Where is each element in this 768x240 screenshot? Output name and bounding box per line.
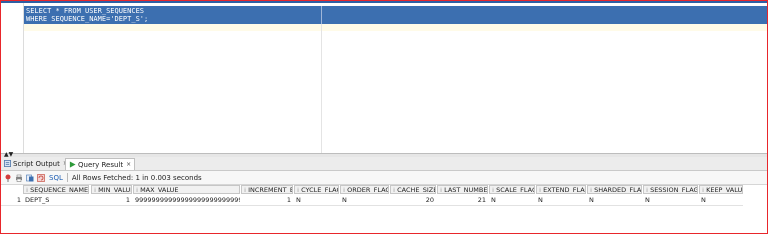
column-header-label: CACHE_SIZE (397, 186, 436, 194)
sql-worksheet-editor[interactable]: SELECT * FROM USER_SEQUENCES WHERE SEQUEN… (1, 3, 767, 153)
column-header-label: KEEP_VALUE (706, 186, 743, 194)
right-margin-line (321, 24, 322, 153)
code-line-2[interactable]: WHERE SEQUENCE_NAME='DEPT_S'; (26, 15, 148, 23)
cell-cycle-flag[interactable]: N (294, 196, 339, 205)
column-grip-icon[interactable]: ⁞ (343, 186, 345, 193)
cell-scale-flag[interactable]: N (489, 196, 535, 205)
toolbar-separator (66, 173, 68, 182)
column-grip-icon[interactable]: ⁞ (94, 186, 96, 193)
sql-link[interactable]: SQL (49, 174, 63, 182)
column-grip-icon[interactable]: ⁞ (136, 186, 138, 193)
column-header-last-number[interactable]: ⁞ LAST_NUMBER (437, 185, 488, 194)
tab-query-result[interactable]: Query Result × (65, 158, 136, 170)
column-header-label: INCREMENT_BY (248, 186, 293, 194)
cell-session-flag[interactable]: N (643, 196, 698, 205)
cell-min-value[interactable]: 1 (91, 196, 132, 205)
column-header-label: SESSION_FLAG (650, 186, 698, 194)
cell-sequence-name[interactable]: DEPT_S (23, 196, 89, 205)
column-header-label: SEQUENCE_NAME (30, 186, 89, 194)
column-header-max-value[interactable]: ⁞ MAX_VALUE (133, 185, 240, 194)
cell-max-value[interactable]: 9999999999999999999999999999 (133, 196, 240, 205)
cell-last-number[interactable]: 21 (437, 196, 488, 205)
column-header-sequence-name[interactable]: ⁞ SEQUENCE_NAME (23, 185, 89, 194)
result-grid[interactable]: ⁞ SEQUENCE_NAME ⁞ MIN_VALUE ⁞ MAX_VALUE ⁞ INCRE… (1, 185, 767, 233)
column-grip-icon[interactable]: ⁞ (646, 186, 648, 193)
table-row[interactable]: 1 DEPT_S 1 9999999999999999999999999999 1 N N 2… (1, 196, 767, 205)
column-header-label: MIN_VALUE (98, 186, 132, 194)
row-number[interactable]: 1 (1, 196, 23, 205)
cell-increment-by[interactable]: 1 (241, 196, 293, 205)
column-grip-icon[interactable]: ⁞ (539, 186, 541, 193)
column-grip-icon[interactable]: ⁞ (440, 186, 442, 193)
column-header-label: CYCLE_FLAG (301, 186, 339, 194)
cell-sharded-flag[interactable]: N (587, 196, 642, 205)
column-header-cycle-flag[interactable]: ⁞ CYCLE_FLAG (294, 185, 339, 194)
grid-header-row: ⁞ SEQUENCE_NAME ⁞ MIN_VALUE ⁞ MAX_VALUE ⁞ INCRE… (1, 185, 767, 195)
column-header-label: EXTEND_FLAG (543, 186, 586, 194)
cell-cache-size[interactable]: 20 (390, 196, 436, 205)
cell-keep-value[interactable]: N (699, 196, 743, 205)
current-line-highlight (24, 24, 767, 31)
column-header-cache-size[interactable]: ⁞ CACHE_SIZE (390, 185, 436, 194)
tab-label: Script Output (13, 159, 60, 168)
cell-extend-flag[interactable]: N (536, 196, 586, 205)
column-header-sharded-flag[interactable]: ⁞ SHARDED_FLAG (587, 185, 642, 194)
line-gutter (1, 3, 24, 153)
column-grip-icon[interactable]: ⁞ (244, 186, 246, 193)
tab-label: Query Result (78, 160, 124, 169)
column-header-label: LAST_NUMBER (444, 186, 488, 194)
output-tab-bar: Script Output × Query Result × (1, 157, 767, 171)
tab-script-output[interactable]: Script Output × (4, 158, 68, 169)
editor-margin-divider (321, 6, 322, 24)
play-icon (69, 161, 76, 168)
column-grip-icon[interactable]: ⁞ (702, 186, 704, 193)
column-grip-icon[interactable]: ⁞ (393, 186, 395, 193)
close-icon[interactable]: × (126, 161, 131, 168)
column-header-label: SCALE_FLAG (496, 186, 535, 194)
column-grip-icon[interactable]: ⁞ (590, 186, 592, 193)
row-divider (1, 205, 743, 206)
pin-icon[interactable] (4, 174, 12, 182)
column-header-extend-flag[interactable]: ⁞ EXTEND_FLAG (536, 185, 586, 194)
column-header-label: MAX_VALUE (140, 186, 179, 194)
column-header-increment-by[interactable]: ⁞ INCREMENT_BY (241, 185, 293, 194)
refresh-icon[interactable] (37, 173, 45, 182)
result-toolbar: SQL All Rows Fetched: 1 in 0.003 seconds (1, 171, 767, 185)
column-grip-icon[interactable]: ⁞ (492, 186, 494, 193)
print-icon[interactable] (15, 174, 23, 182)
column-header-label: ORDER_FLAG (347, 186, 389, 194)
column-header-label: SHARDED_FLAG (594, 186, 642, 194)
sql-developer-window: SELECT * FROM USER_SEQUENCES WHERE SEQUEN… (0, 0, 768, 234)
export-icon[interactable] (26, 174, 34, 182)
fetch-status: All Rows Fetched: 1 in 0.003 seconds (71, 173, 202, 182)
column-header-scale-flag[interactable]: ⁞ SCALE_FLAG (489, 185, 535, 194)
cell-order-flag[interactable]: N (340, 196, 389, 205)
column-header-session-flag[interactable]: ⁞ SESSION_FLAG (643, 185, 698, 194)
script-output-icon (4, 160, 11, 167)
column-header-order-flag[interactable]: ⁞ ORDER_FLAG (340, 185, 389, 194)
column-header-min-value[interactable]: ⁞ MIN_VALUE (91, 185, 132, 194)
column-grip-icon[interactable]: ⁞ (297, 186, 299, 193)
column-header-keep-value[interactable]: ⁞ KEEP_VALUE (699, 185, 743, 194)
sql-code[interactable]: SELECT * FROM USER_SEQUENCES WHERE SEQUEN… (26, 7, 148, 23)
column-grip-icon[interactable]: ⁞ (26, 186, 28, 193)
code-line-1[interactable]: SELECT * FROM USER_SEQUENCES (26, 7, 148, 15)
